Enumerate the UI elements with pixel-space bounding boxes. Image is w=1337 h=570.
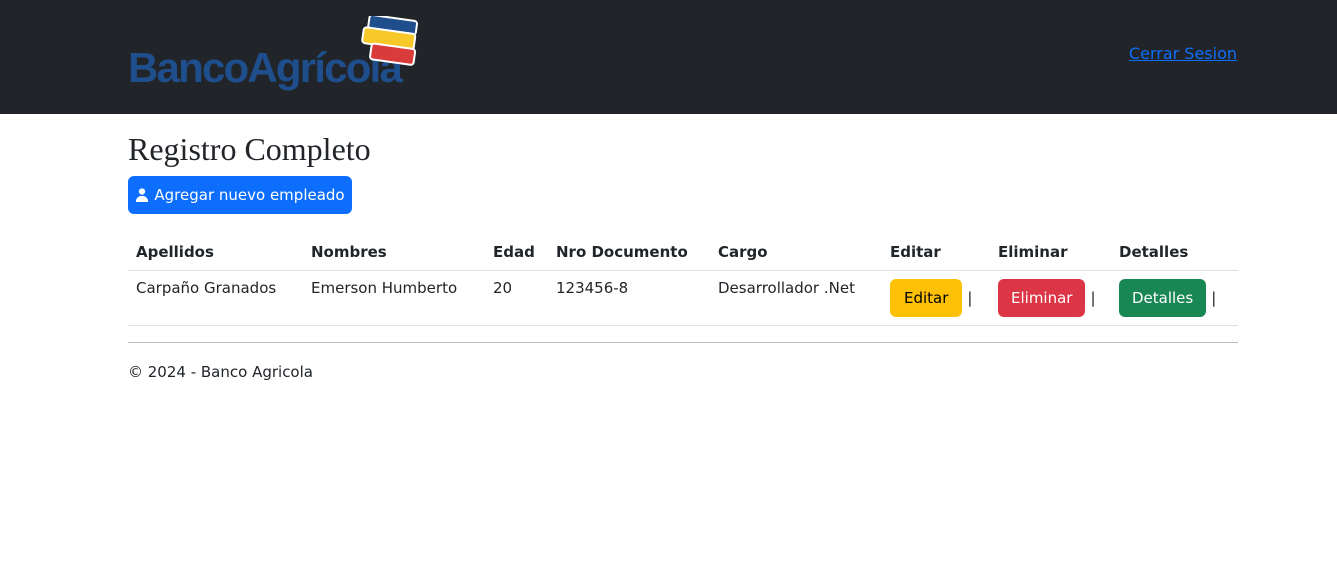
user-icon: [136, 188, 149, 202]
column-header: Editar: [882, 234, 990, 271]
separator: |: [1090, 288, 1096, 307]
cell-details: Detalles |: [1111, 270, 1238, 326]
footer-divider: [128, 342, 1238, 343]
details-button[interactable]: Detalles: [1119, 278, 1207, 317]
navbar: BancoAgrícola Cerrar Sesion: [0, 0, 1337, 114]
cell-documento: 123456-8: [548, 270, 710, 326]
employee-table: Apellidos Nombres Edad Nro Documento Car…: [128, 234, 1238, 326]
brand-flag-icon: [361, 16, 419, 66]
column-header: Edad: [485, 234, 548, 271]
cell-edad: 20: [485, 270, 548, 326]
add-employee-label: Agregar nuevo empleado: [154, 186, 345, 204]
page-title: Registro Completo: [128, 131, 371, 167]
column-header: Apellidos: [128, 234, 303, 271]
table-row: Carpaño Granados Emerson Humberto 20 123…: [128, 270, 1238, 326]
logout-link[interactable]: Cerrar Sesion: [1129, 44, 1237, 63]
column-header: Detalles: [1111, 234, 1238, 271]
edit-button[interactable]: Editar: [890, 278, 963, 317]
cell-cargo: Desarrollador .Net: [710, 270, 882, 326]
brand-logo[interactable]: BancoAgrícola: [128, 16, 428, 94]
cell-edit: Editar |: [882, 270, 990, 326]
separator: |: [1211, 288, 1217, 307]
table-header-row: Apellidos Nombres Edad Nro Documento Car…: [128, 234, 1238, 271]
column-header: Eliminar: [990, 234, 1111, 271]
cell-nombres: Emerson Humberto: [303, 270, 485, 326]
add-employee-button[interactable]: Agregar nuevo empleado: [128, 176, 352, 214]
separator: |: [967, 288, 973, 307]
column-header: Nro Documento: [548, 234, 710, 271]
delete-button[interactable]: Eliminar: [998, 278, 1086, 317]
column-header: Nombres: [303, 234, 485, 271]
cell-apellidos: Carpaño Granados: [128, 270, 303, 326]
column-header: Cargo: [710, 234, 882, 271]
cell-delete: Eliminar |: [990, 270, 1111, 326]
footer-copyright: © 2024 - Banco Agricola: [128, 363, 313, 381]
